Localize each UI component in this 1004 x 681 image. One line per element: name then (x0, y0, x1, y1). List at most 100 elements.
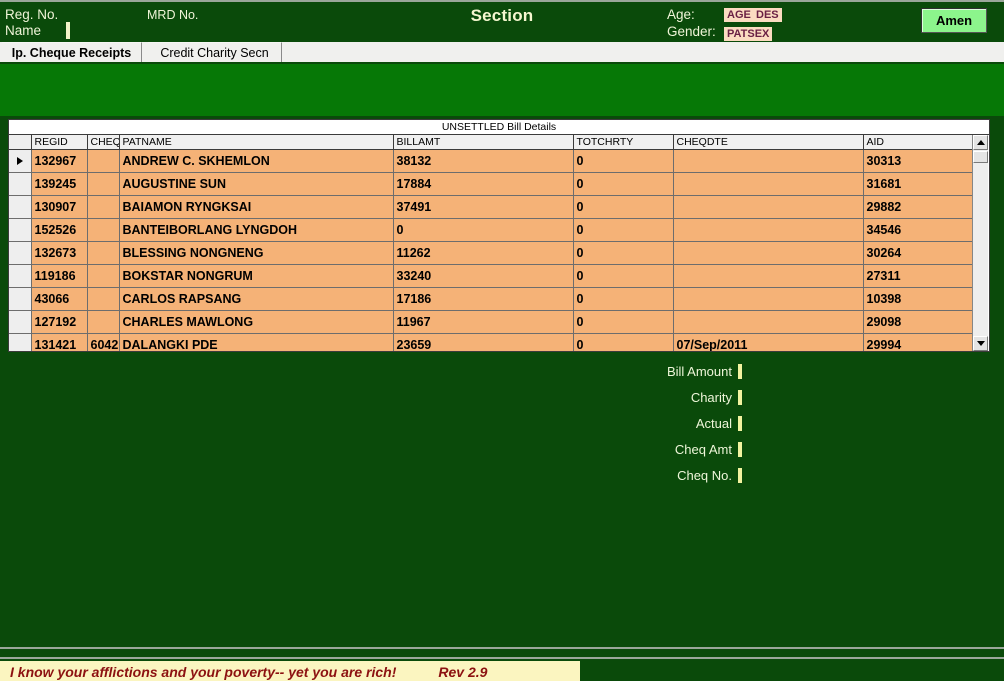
grid-vertical-scrollbar[interactable] (972, 135, 988, 351)
cell-regid[interactable]: 119186 (31, 264, 88, 288)
table-row[interactable]: 43066 CARLOS RAPSANG 17186 0 10398 (9, 287, 974, 311)
row-marker[interactable] (9, 241, 32, 265)
cell-regid[interactable]: 139245 (31, 172, 88, 196)
cell-billamt[interactable]: 11262 (393, 241, 574, 265)
row-marker[interactable] (9, 310, 32, 334)
cell-cheq[interactable]: 6042 (87, 333, 120, 351)
row-marker[interactable] (9, 149, 32, 173)
col-header-aid[interactable]: AID (863, 135, 974, 150)
cell-cheqdte[interactable] (673, 172, 864, 196)
cell-totchrty[interactable]: 0 (573, 218, 674, 242)
cell-aid[interactable]: 31681 (863, 172, 974, 196)
cell-billamt[interactable]: 17884 (393, 172, 574, 196)
cell-totchrty[interactable]: 0 (573, 149, 674, 173)
cell-aid[interactable]: 30313 (863, 149, 974, 173)
summary-value-4[interactable] (738, 468, 742, 483)
cell-cheqdte[interactable] (673, 310, 864, 334)
col-header-cheqdte[interactable]: CHEQDTE (673, 135, 864, 150)
col-header-totchrty[interactable]: TOTCHRTY (573, 135, 674, 150)
cell-cheq[interactable] (87, 287, 120, 311)
cell-cheqdte[interactable]: 07/Sep/2011 (673, 333, 864, 351)
cell-billamt[interactable]: 23659 (393, 333, 574, 351)
cell-cheq[interactable] (87, 264, 120, 288)
cell-patname[interactable]: AUGUSTINE SUN (119, 172, 394, 196)
cell-billamt[interactable]: 38132 (393, 149, 574, 173)
table-row[interactable]: 132673 BLESSING NONGNENG 11262 0 30264 (9, 241, 974, 265)
cell-regid[interactable]: 127192 (31, 310, 88, 334)
cell-patname[interactable]: BANTEIBORLANG LYNGDOH (119, 218, 394, 242)
row-marker[interactable] (9, 172, 32, 196)
scroll-down-button[interactable] (973, 336, 988, 351)
cell-totchrty[interactable]: 0 (573, 287, 674, 311)
table-row[interactable]: 127192 CHARLES MAWLONG 11967 0 29098 (9, 310, 974, 334)
col-header-regid[interactable]: REGID (31, 135, 88, 150)
row-marker[interactable] (9, 333, 32, 351)
cell-cheq[interactable] (87, 241, 120, 265)
cell-cheqdte[interactable] (673, 149, 864, 173)
cell-patname[interactable]: BAIAMON RYNGKSAI (119, 195, 394, 219)
cell-cheq[interactable] (87, 195, 120, 219)
cell-cheq[interactable] (87, 172, 120, 196)
cell-cheqdte[interactable] (673, 287, 864, 311)
cell-billamt[interactable]: 0 (393, 218, 574, 242)
cell-aid[interactable]: 29882 (863, 195, 974, 219)
row-marker[interactable] (9, 264, 32, 288)
scroll-up-button[interactable] (973, 135, 988, 150)
table-row[interactable]: 152526 BANTEIBORLANG LYNGDOH 0 0 34546 (9, 218, 974, 242)
table-row[interactable]: 130907 BAIAMON RYNGKSAI 37491 0 29882 (9, 195, 974, 219)
cell-aid[interactable]: 27311 (863, 264, 974, 288)
cell-patname[interactable]: CHARLES MAWLONG (119, 310, 394, 334)
amen-button[interactable]: Amen (921, 8, 987, 33)
summary-value-2[interactable] (738, 416, 742, 431)
summary-value-3[interactable] (738, 442, 742, 457)
cell-patname[interactable]: DALANGKI PDE (119, 333, 394, 351)
cell-patname[interactable]: BOKSTAR NONGRUM (119, 264, 394, 288)
cell-billamt[interactable]: 37491 (393, 195, 574, 219)
cell-cheq[interactable] (87, 218, 120, 242)
row-marker[interactable] (9, 218, 32, 242)
row-marker[interactable] (9, 287, 32, 311)
cell-cheqdte[interactable] (673, 195, 864, 219)
cell-billamt[interactable]: 17186 (393, 287, 574, 311)
cell-totchrty[interactable]: 0 (573, 310, 674, 334)
col-header-cheq[interactable]: CHEQ (87, 135, 120, 150)
cell-totchrty[interactable]: 0 (573, 172, 674, 196)
cell-patname[interactable]: CARLOS RAPSANG (119, 287, 394, 311)
cell-cheqdte[interactable] (673, 218, 864, 242)
cell-totchrty[interactable]: 0 (573, 241, 674, 265)
cell-patname[interactable]: BLESSING NONGNENG (119, 241, 394, 265)
cell-billamt[interactable]: 33240 (393, 264, 574, 288)
cell-aid[interactable]: 10398 (863, 287, 974, 311)
cell-cheq[interactable] (87, 149, 120, 173)
cell-totchrty[interactable]: 0 (573, 264, 674, 288)
col-header-billamt[interactable]: BILLAMT (393, 135, 574, 150)
row-marker[interactable] (9, 195, 32, 219)
cell-regid[interactable]: 132967 (31, 149, 88, 173)
tab-credit-charity-secn[interactable]: Credit Charity Secn (148, 42, 282, 62)
cell-billamt[interactable]: 11967 (393, 310, 574, 334)
cell-totchrty[interactable]: 0 (573, 333, 674, 351)
tab-ip-cheque-receipts[interactable]: Ip. Cheque Receipts (2, 42, 142, 62)
table-row[interactable]: 139245 AUGUSTINE SUN 17884 0 31681 (9, 172, 974, 196)
scrollbar-thumb[interactable] (973, 151, 988, 163)
cell-aid[interactable]: 29098 (863, 310, 974, 334)
cell-regid[interactable]: 131421 (31, 333, 88, 351)
cell-aid[interactable]: 34546 (863, 218, 974, 242)
cell-cheq[interactable] (87, 310, 120, 334)
table-row[interactable]: 131421 6042 DALANGKI PDE 23659 0 07/Sep/2011 2… (9, 333, 974, 351)
col-header-patname[interactable]: PATNAME (119, 135, 394, 150)
summary-value-0[interactable] (738, 364, 742, 379)
cell-totchrty[interactable]: 0 (573, 195, 674, 219)
cell-regid[interactable]: 43066 (31, 287, 88, 311)
cell-patname[interactable]: ANDREW C. SKHEMLON (119, 149, 394, 173)
cell-aid[interactable]: 29994 (863, 333, 974, 351)
cell-cheqdte[interactable] (673, 264, 864, 288)
cell-regid[interactable]: 152526 (31, 218, 88, 242)
cell-cheqdte[interactable] (673, 241, 864, 265)
cell-regid[interactable]: 130907 (31, 195, 88, 219)
summary-value-1[interactable] (738, 390, 742, 405)
cell-aid[interactable]: 30264 (863, 241, 974, 265)
table-row[interactable]: 132967 ANDREW C. SKHEMLON 38132 0 30313 (9, 149, 974, 173)
table-row[interactable]: 119186 BOKSTAR NONGRUM 33240 0 27311 (9, 264, 974, 288)
cell-regid[interactable]: 132673 (31, 241, 88, 265)
